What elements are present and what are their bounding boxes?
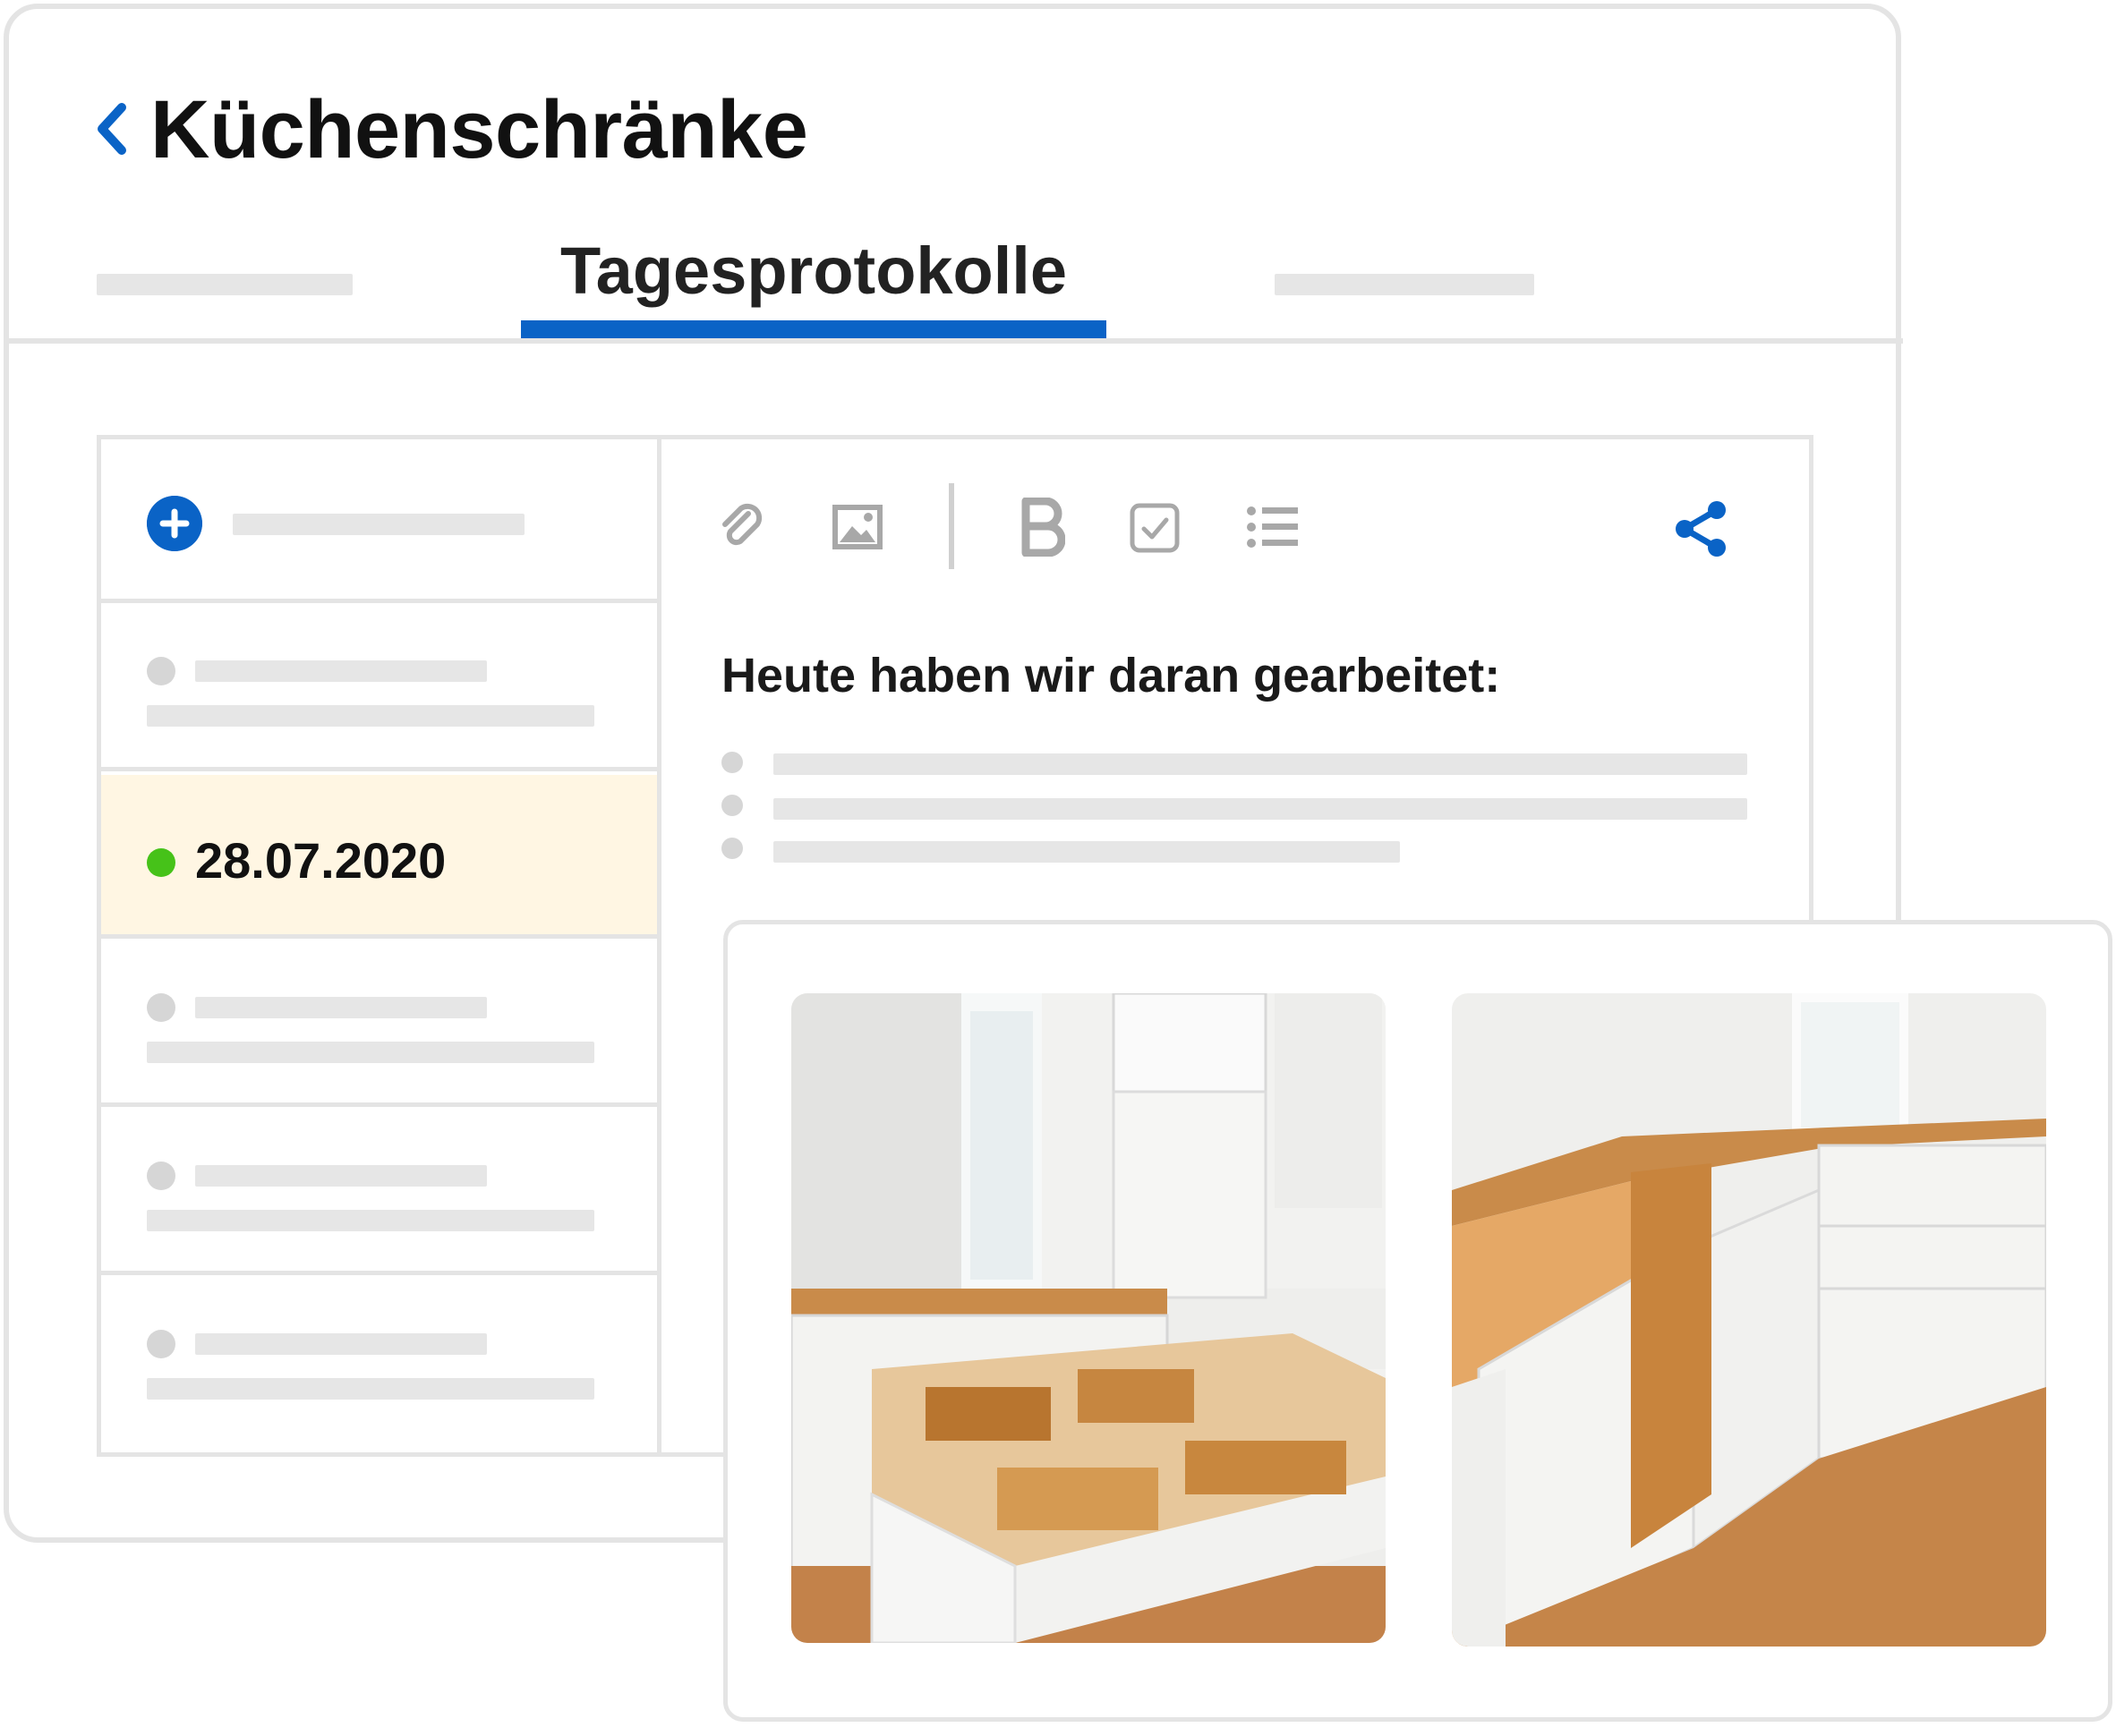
status-dot [147,993,175,1022]
share-icon[interactable] [1672,499,1731,558]
bullet-text-placeholder [773,753,1747,775]
new-entry-label-placeholder [233,514,525,535]
kitchen-photo-2[interactable] [1452,993,2046,1647]
list-item-title-placeholder [195,997,487,1018]
status-dot [147,1162,175,1190]
tab-active-indicator [521,320,1106,340]
tab-label: Tagesprotokolle [559,234,1068,308]
tab-daily-logs[interactable]: Tagesprotokolle [521,220,1106,340]
plus-circle-icon[interactable] [147,496,202,551]
image-icon[interactable] [832,505,883,549]
status-dot [147,657,175,685]
editor-heading: Heute haben wir daran gearbeitet: [721,649,1501,702]
list-icon[interactable] [1246,505,1300,549]
status-dot [147,1330,175,1358]
column-divider [657,437,661,1455]
list-item-subtitle-placeholder [147,1042,594,1063]
bullet-dot [721,838,743,859]
tab-placeholder-right[interactable] [1275,274,1534,295]
entry-date: 28.07.2020 [195,832,447,889]
bullet-text-placeholder [773,841,1400,863]
tab-placeholder-left[interactable] [97,274,353,295]
bullet-text-placeholder [773,798,1747,820]
checkbox-icon[interactable] [1130,503,1180,553]
bold-icon[interactable] [1020,498,1065,557]
list-item-title-placeholder [195,1333,487,1355]
bullet-dot [721,752,743,773]
kitchen-photo-1[interactable] [791,993,1386,1643]
page-title: Küchenschränke [150,84,808,175]
list-item-subtitle-placeholder [147,705,594,727]
list-item-subtitle-placeholder [147,1210,594,1231]
paperclip-icon[interactable] [714,501,768,555]
status-dot-active [147,848,175,877]
list-item-subtitle-placeholder [147,1378,594,1400]
chevron-left-icon[interactable] [91,100,131,157]
bullet-dot [721,795,743,816]
list-item[interactable] [101,1111,657,1275]
list-item[interactable] [101,943,657,1107]
list-item[interactable] [101,608,657,771]
list-item-title-placeholder [195,1165,487,1187]
list-item[interactable] [101,1280,657,1450]
tab-divider [7,338,1903,344]
list-item-title-placeholder [195,660,487,682]
toolbar-separator [949,483,954,569]
